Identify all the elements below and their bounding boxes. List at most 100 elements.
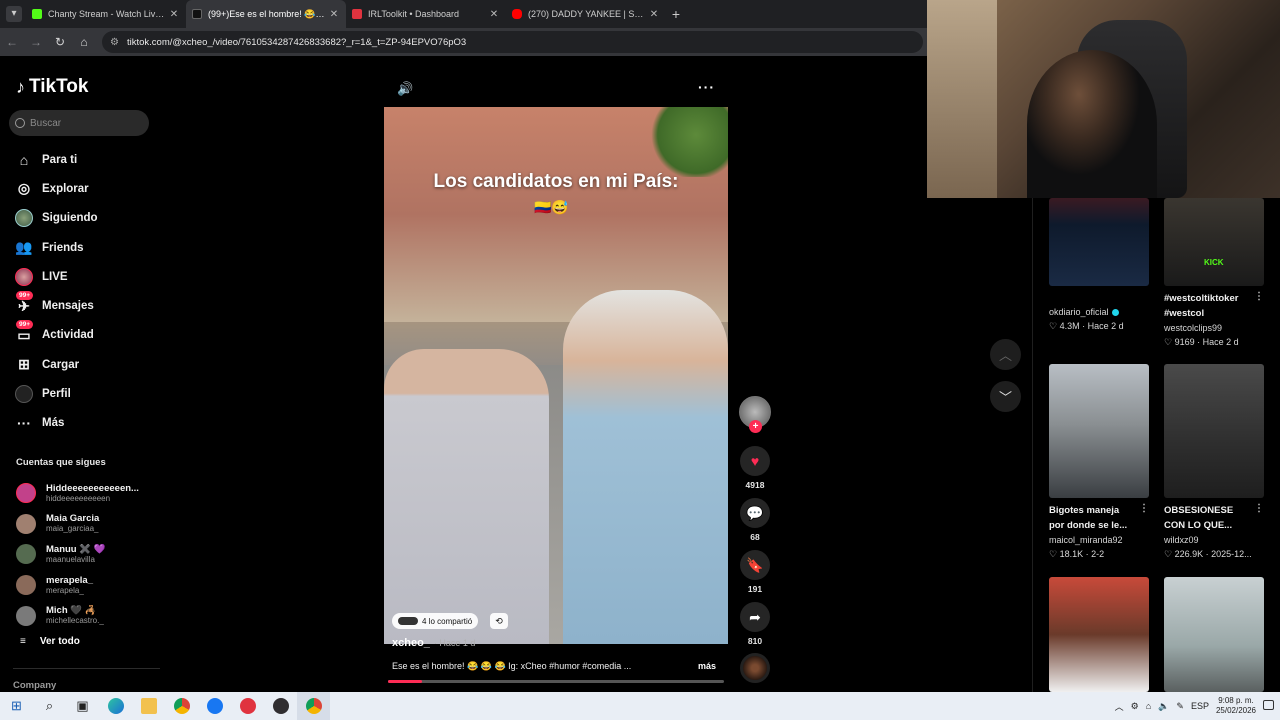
browser-tab[interactable]: IRLToolkit • Dashboard ✕ [346, 0, 506, 28]
see-all-link[interactable]: ≡ Ver todo [20, 636, 80, 647]
volume-tray-icon[interactable]: 🔈 [1158, 701, 1169, 712]
recommended-card[interactable] [1049, 577, 1149, 692]
following-list: Hiddeeeeeeeeeeen... hiddeeeeeeeeeen Maia … [16, 478, 156, 631]
chrome-active-icon[interactable] [297, 692, 330, 720]
card-thumbnail[interactable] [1164, 577, 1264, 692]
music-disc-icon[interactable] [740, 653, 770, 683]
company-link[interactable]: Company [13, 680, 56, 691]
tab-close-icon[interactable]: ✕ [648, 9, 660, 20]
card-thumbnail[interactable] [1164, 364, 1264, 498]
card-username: westcolclips99 [1164, 323, 1223, 333]
sidebar-item-friends[interactable]: 👥 Friends [14, 233, 154, 262]
following-item[interactable]: Hiddeeeeeeeeeeen... hiddeeeeeeeeeen [16, 478, 156, 509]
notifications-icon[interactable] [1263, 700, 1274, 710]
site-info-icon[interactable]: ⚙ [110, 37, 119, 48]
sidebar-item-actividad[interactable]: ▭ 99+ Actividad [14, 320, 154, 350]
save-action[interactable]: 🔖 191 [738, 550, 772, 594]
network-icon[interactable]: ⌂ [1146, 701, 1151, 711]
sidebar-item-mas[interactable]: ··· Más [14, 409, 154, 438]
tiktok-logo[interactable]: ♪ TikTok [16, 76, 88, 98]
browser-tab[interactable]: Chanty Stream - Watch Live on ✕ [26, 0, 186, 28]
recommended-card[interactable]: ⋮ Bigotes maneja por donde se le... maic… [1049, 364, 1149, 561]
following-username: michellecastro._ [46, 616, 104, 626]
following-name: Maia Garcia [46, 513, 100, 525]
card-thumbnail[interactable] [1049, 364, 1149, 498]
browser-tab[interactable]: (270) DADDY YANKEE | Somos ✕ [506, 0, 666, 28]
sidebar-item-para-ti[interactable]: ⌂ Para ti [14, 145, 154, 174]
bookmark-icon[interactable]: 🔖 [740, 550, 770, 580]
home-page-icon[interactable]: ⌂ [72, 35, 96, 49]
next-video-icon[interactable]: ﹀ [990, 381, 1021, 412]
language-indicator[interactable]: ESP [1191, 701, 1209, 711]
task-view-icon[interactable]: ▣ [66, 692, 99, 720]
app-red-icon[interactable] [231, 692, 264, 720]
browser-tab-active[interactable]: (99+)Ese es el hombre! 😂😂😂 ✕ [186, 0, 346, 28]
comment-action[interactable]: 💬 68 [738, 498, 772, 542]
chrome-icon[interactable] [165, 692, 198, 720]
card-more-icon[interactable]: ⋮ [1254, 503, 1264, 514]
url-input[interactable]: ⚙ tiktok.com/@xcheo_/video/7610534287426… [102, 31, 923, 53]
following-item[interactable]: Maia Garcia maia_garciaa_ [16, 509, 156, 540]
video-progress-bar[interactable] [388, 680, 724, 683]
card-thumbnail[interactable] [1049, 198, 1149, 286]
tab-title: (99+)Ese es el hombre! 😂😂😂 [208, 8, 328, 19]
pen-icon[interactable]: ✎ [1176, 701, 1184, 712]
edge-icon[interactable] [99, 692, 132, 720]
volume-icon[interactable]: 🔊 [397, 81, 413, 97]
video-more-options-icon[interactable]: ··· [698, 79, 715, 95]
card-thumbnail[interactable]: KICK [1164, 198, 1264, 286]
sidebar-item-siguiendo[interactable]: Siguiendo [14, 204, 154, 233]
card-thumbnail[interactable] [1049, 577, 1149, 692]
share-icon[interactable]: ➦ [740, 602, 770, 632]
repost-icon[interactable]: ⟲ [490, 613, 508, 629]
sidebar-item-perfil[interactable]: Perfil [14, 379, 154, 408]
sidebar-item-mensajes[interactable]: ✈ 99+ Mensajes [14, 291, 154, 320]
following-item[interactable]: Manuu ✖️ 💜 maanuelavilla [16, 539, 156, 570]
tray-chevron-icon[interactable]: ︿ [1115, 700, 1124, 713]
recommended-card[interactable]: ⋮ OBSESIONESE CON LO QUE... wildxz09 ♡ 2… [1164, 364, 1264, 561]
comment-icon[interactable]: 💬 [740, 498, 770, 528]
recommended-card[interactable]: KICK ⋮ #westcoltiktoker #westcol westcol… [1164, 198, 1264, 349]
upload-icon: ⊞ [18, 356, 30, 373]
share-action[interactable]: ➦ 810 [738, 602, 772, 646]
windows-taskbar: ⊞ ⌕ ▣ ︿ ⚙ ⌂ 🔈 ✎ ESP 9:08 p. m. 25/02/202… [0, 692, 1280, 720]
tab-actions-icon[interactable]: ▾ [6, 6, 22, 22]
video-overlay-emoji: 🇨🇴😅 [534, 199, 569, 215]
tab-close-icon[interactable]: ✕ [168, 9, 180, 20]
search-icon[interactable]: ⌕ [33, 692, 66, 720]
recommended-card[interactable] [1164, 577, 1264, 692]
reload-icon[interactable]: ↻ [48, 35, 72, 49]
new-tab-icon[interactable]: + [666, 6, 686, 22]
sidebar-item-label: Para ti [42, 153, 78, 166]
start-icon[interactable]: ⊞ [0, 692, 33, 720]
forward-icon[interactable]: → [24, 35, 48, 49]
clock[interactable]: 9:08 p. m. 25/02/2026 [1216, 696, 1256, 716]
follow-plus-icon[interactable]: + [749, 420, 762, 433]
tab-close-icon[interactable]: ✕ [328, 9, 340, 20]
activity-badge: 99+ [16, 320, 34, 330]
sidebar-item-live[interactable]: LIVE [14, 262, 154, 291]
video-scene-person-left [384, 348, 550, 644]
sidebar-nav: ⌂ Para ti ◎ Explorar Siguiendo 👥 Friends… [14, 145, 154, 438]
back-icon[interactable]: ← [0, 35, 24, 49]
shared-by-chip[interactable]: 4 lo compartió [392, 613, 479, 629]
search-input[interactable]: Buscar [9, 110, 149, 136]
card-more-icon[interactable]: ⋮ [1139, 503, 1149, 514]
caption-more-link[interactable]: más [698, 661, 716, 671]
recommended-card[interactable]: okdiario_oficial ♡ 4.3M · Hace 2 d [1049, 198, 1149, 333]
following-item[interactable]: merapela_ merapela_ [16, 570, 156, 601]
heart-icon[interactable]: ♥ [740, 446, 770, 476]
video-author[interactable]: xcheo_ · Hace 1 d [392, 637, 475, 649]
sidebar-item-cargar[interactable]: ⊞ Cargar [14, 350, 154, 379]
like-action[interactable]: ♥ 4918 [738, 446, 772, 490]
following-item[interactable]: Mich 🖤 🦂 michellecastro._ [16, 600, 156, 631]
obs-icon[interactable] [264, 692, 297, 720]
file-explorer-icon[interactable] [132, 692, 165, 720]
video-player[interactable]: Los candidatos en mi País: 🇨🇴😅 [384, 107, 728, 644]
facebook-icon[interactable] [198, 692, 231, 720]
sidebar-item-explorar[interactable]: ◎ Explorar [14, 174, 154, 203]
card-more-icon[interactable]: ⋮ [1254, 291, 1264, 302]
tab-close-icon[interactable]: ✕ [488, 9, 500, 20]
tray-apps-icon[interactable]: ⚙ [1131, 701, 1139, 712]
previous-video-icon[interactable]: ︿ [990, 339, 1021, 370]
